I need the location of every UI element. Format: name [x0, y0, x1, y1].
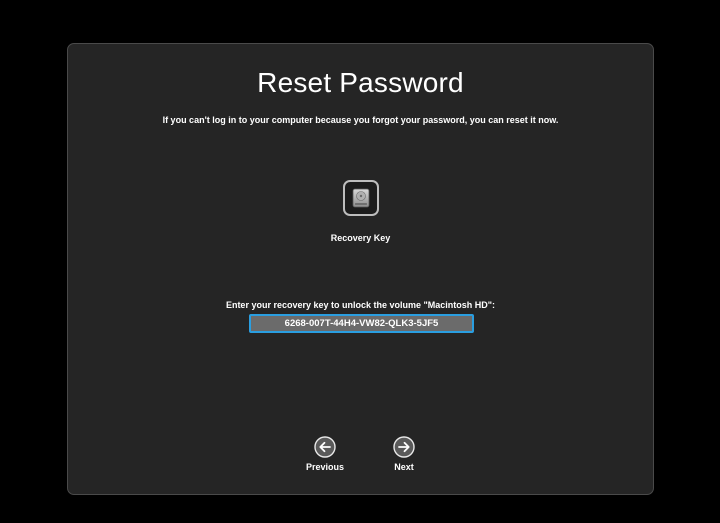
- arrow-right-icon: [393, 436, 415, 458]
- page-subtitle: If you can't log in to your computer bec…: [162, 115, 559, 125]
- recovery-key-label: Recovery Key: [330, 233, 391, 243]
- page-title: Reset Password: [257, 67, 464, 98]
- previous-button[interactable]: Previous: [295, 436, 355, 476]
- recovery-key-input[interactable]: [249, 314, 474, 333]
- previous-label: Previous: [305, 462, 345, 472]
- arrow-left-icon: [314, 436, 336, 458]
- reset-password-window: Reset Password If you can't log in to yo…: [67, 43, 654, 495]
- disk-drive-icon: [352, 188, 370, 208]
- next-label: Next: [394, 462, 414, 472]
- recovery-key-prompt: Enter your recovery key to unlock the vo…: [225, 300, 496, 310]
- next-button[interactable]: Next: [374, 436, 434, 476]
- recovery-key-option[interactable]: [343, 180, 379, 216]
